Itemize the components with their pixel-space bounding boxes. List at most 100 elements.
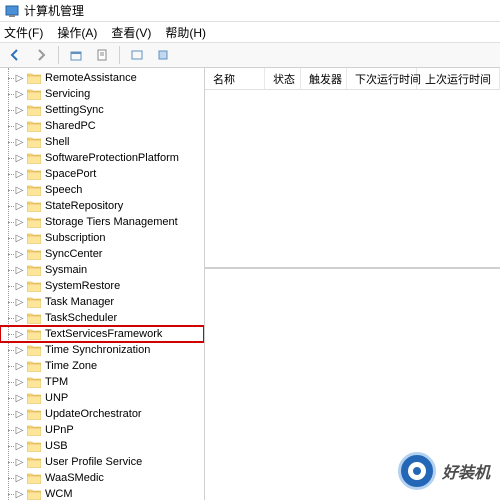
expand-icon[interactable]: ▷ bbox=[14, 313, 25, 324]
menu-view[interactable]: 查看(V) bbox=[111, 24, 151, 41]
tree-item[interactable]: ▷ RemoteAssistance bbox=[0, 70, 204, 86]
expand-icon[interactable]: ▷ bbox=[14, 265, 25, 276]
tree-item[interactable]: ▷SystemRestore bbox=[0, 278, 204, 294]
expand-icon[interactable]: ▷ bbox=[14, 489, 25, 500]
back-button[interactable] bbox=[4, 44, 26, 66]
expand-icon[interactable]: ▷ bbox=[14, 73, 25, 84]
refresh-button[interactable] bbox=[126, 44, 148, 66]
tree-item[interactable]: ▷ SpacePort bbox=[0, 166, 204, 182]
col-last-run[interactable]: 上次运行时间 bbox=[417, 68, 500, 89]
menu-help[interactable]: 帮助(H) bbox=[165, 24, 206, 41]
expand-icon[interactable]: ▷ bbox=[14, 425, 25, 436]
tree-item-label: Sysmain bbox=[45, 264, 87, 276]
tree-item[interactable]: ▷ UpdateOrchestrator bbox=[0, 406, 204, 422]
tree-item[interactable]: ▷ TextServicesFramework bbox=[0, 326, 204, 342]
forward-button[interactable] bbox=[30, 44, 52, 66]
tree-item[interactable]: ▷ UPnP bbox=[0, 422, 204, 438]
expand-icon[interactable]: ▷ bbox=[14, 473, 25, 484]
expand-icon[interactable]: ▷ bbox=[14, 345, 25, 356]
tree-item[interactable]: ▷ Sysmain bbox=[0, 262, 204, 278]
tree-item[interactable]: ▷USB bbox=[0, 438, 204, 454]
col-next-run[interactable]: 下次运行时间 bbox=[347, 68, 417, 89]
expand-icon[interactable]: ▷ bbox=[14, 217, 25, 228]
tree-item[interactable]: ▷ Time Zone bbox=[0, 358, 204, 374]
expand-icon[interactable]: ▷ bbox=[14, 121, 25, 132]
expand-icon[interactable]: ▷ bbox=[14, 377, 25, 388]
tree-item[interactable]: ▷ Speech bbox=[0, 182, 204, 198]
menu-action[interactable]: 操作(A) bbox=[57, 24, 97, 41]
app-icon bbox=[4, 3, 20, 19]
tree-item-label: RemoteAssistance bbox=[45, 72, 137, 84]
right-pane: 名称 状态 触发器 下次运行时间 上次运行时间 bbox=[205, 68, 500, 500]
col-name[interactable]: 名称 bbox=[205, 68, 265, 89]
tree-item[interactable]: ▷ Task Manager bbox=[0, 294, 204, 310]
expand-icon[interactable]: ▷ bbox=[14, 105, 25, 116]
tree-item-label: User Profile Service bbox=[45, 456, 142, 468]
tree-item[interactable]: ▷Time Synchronization bbox=[0, 342, 204, 358]
watermark-text: 好装机 bbox=[442, 459, 490, 483]
tree-item-label: UpdateOrchestrator bbox=[45, 408, 142, 420]
col-triggers[interactable]: 触发器 bbox=[301, 68, 347, 89]
expand-icon[interactable]: ▷ bbox=[14, 233, 25, 244]
tree-item-label: UPnP bbox=[45, 424, 74, 436]
expand-icon[interactable]: ▷ bbox=[14, 393, 25, 404]
tree-item-label: TextServicesFramework bbox=[45, 328, 162, 340]
expand-icon[interactable]: ▷ bbox=[14, 329, 25, 340]
tree-item[interactable]: ▷WaaSMedic bbox=[0, 470, 204, 486]
tree-item-label: SoftwareProtectionPlatform bbox=[45, 152, 179, 164]
expand-icon[interactable]: ▷ bbox=[14, 185, 25, 196]
watermark-logo-icon bbox=[398, 452, 436, 490]
tree-item-label: StateRepository bbox=[45, 200, 123, 212]
tree-item-label: WCM bbox=[45, 488, 73, 500]
tree-item-label: TaskScheduler bbox=[45, 312, 117, 324]
tree-item[interactable]: ▷ TaskScheduler bbox=[0, 310, 204, 326]
tree-item[interactable]: ▷ Storage Tiers Management bbox=[0, 214, 204, 230]
expand-icon[interactable]: ▷ bbox=[14, 457, 25, 468]
tree-item-label: UNP bbox=[45, 392, 68, 404]
expand-icon[interactable]: ▷ bbox=[14, 249, 25, 260]
tree-item-label: Task Manager bbox=[45, 296, 114, 308]
tree-item-label: SpacePort bbox=[45, 168, 96, 180]
tree-item-label: Shell bbox=[45, 136, 69, 148]
expand-icon[interactable]: ▷ bbox=[14, 281, 25, 292]
tree-pane[interactable]: ▷RemoteAssistance▷Servicing▷SettingSync▷… bbox=[0, 68, 205, 500]
tree-item-label: SyncCenter bbox=[45, 248, 102, 260]
column-headers: 名称 状态 触发器 下次运行时间 上次运行时间 bbox=[205, 68, 500, 90]
task-list[interactable]: 名称 状态 触发器 下次运行时间 上次运行时间 bbox=[205, 68, 500, 268]
up-button[interactable] bbox=[65, 44, 87, 66]
expand-icon[interactable]: ▷ bbox=[14, 201, 25, 212]
expand-icon[interactable]: ▷ bbox=[14, 441, 25, 452]
expand-icon[interactable]: ▷ bbox=[14, 297, 25, 308]
menu-file[interactable]: 文件(F) bbox=[4, 24, 43, 41]
tree-item[interactable]: ▷ SyncCenter bbox=[0, 246, 204, 262]
tree-item[interactable]: ▷ UNP bbox=[0, 390, 204, 406]
tree-item[interactable]: ▷ TPM bbox=[0, 374, 204, 390]
help-button[interactable] bbox=[152, 44, 174, 66]
tree-item[interactable]: ▷Subscription bbox=[0, 230, 204, 246]
tree-item[interactable]: ▷ StateRepository bbox=[0, 198, 204, 214]
toolbar bbox=[0, 42, 500, 68]
watermark: 好装机 bbox=[398, 452, 490, 490]
titlebar: 计算机管理 bbox=[0, 0, 500, 22]
tree-item-label: Storage Tiers Management bbox=[45, 216, 178, 228]
col-status[interactable]: 状态 bbox=[265, 68, 301, 89]
tree-item-label: TPM bbox=[45, 376, 68, 388]
tree-item[interactable]: ▷ SharedPC bbox=[0, 118, 204, 134]
tree-item-label: Time Zone bbox=[45, 360, 97, 372]
expand-icon[interactable]: ▷ bbox=[14, 361, 25, 372]
expand-icon[interactable]: ▷ bbox=[14, 169, 25, 180]
tree-item[interactable]: ▷ SettingSync bbox=[0, 102, 204, 118]
tree-item[interactable]: ▷ WCM bbox=[0, 486, 204, 500]
properties-button[interactable] bbox=[91, 44, 113, 66]
tree-item[interactable]: ▷ User Profile Service bbox=[0, 454, 204, 470]
expand-icon[interactable]: ▷ bbox=[14, 89, 25, 100]
tree-item[interactable]: ▷ Shell bbox=[0, 134, 204, 150]
tree-item[interactable]: ▷ SoftwareProtectionPlatform bbox=[0, 150, 204, 166]
tree-item-label: SharedPC bbox=[45, 120, 96, 132]
expand-icon[interactable]: ▷ bbox=[14, 153, 25, 164]
expand-icon[interactable]: ▷ bbox=[14, 409, 25, 420]
tree-item-label: SettingSync bbox=[45, 104, 104, 116]
tree-item[interactable]: ▷Servicing bbox=[0, 86, 204, 102]
expand-icon[interactable]: ▷ bbox=[14, 137, 25, 148]
tree-item-label: Speech bbox=[45, 184, 82, 196]
